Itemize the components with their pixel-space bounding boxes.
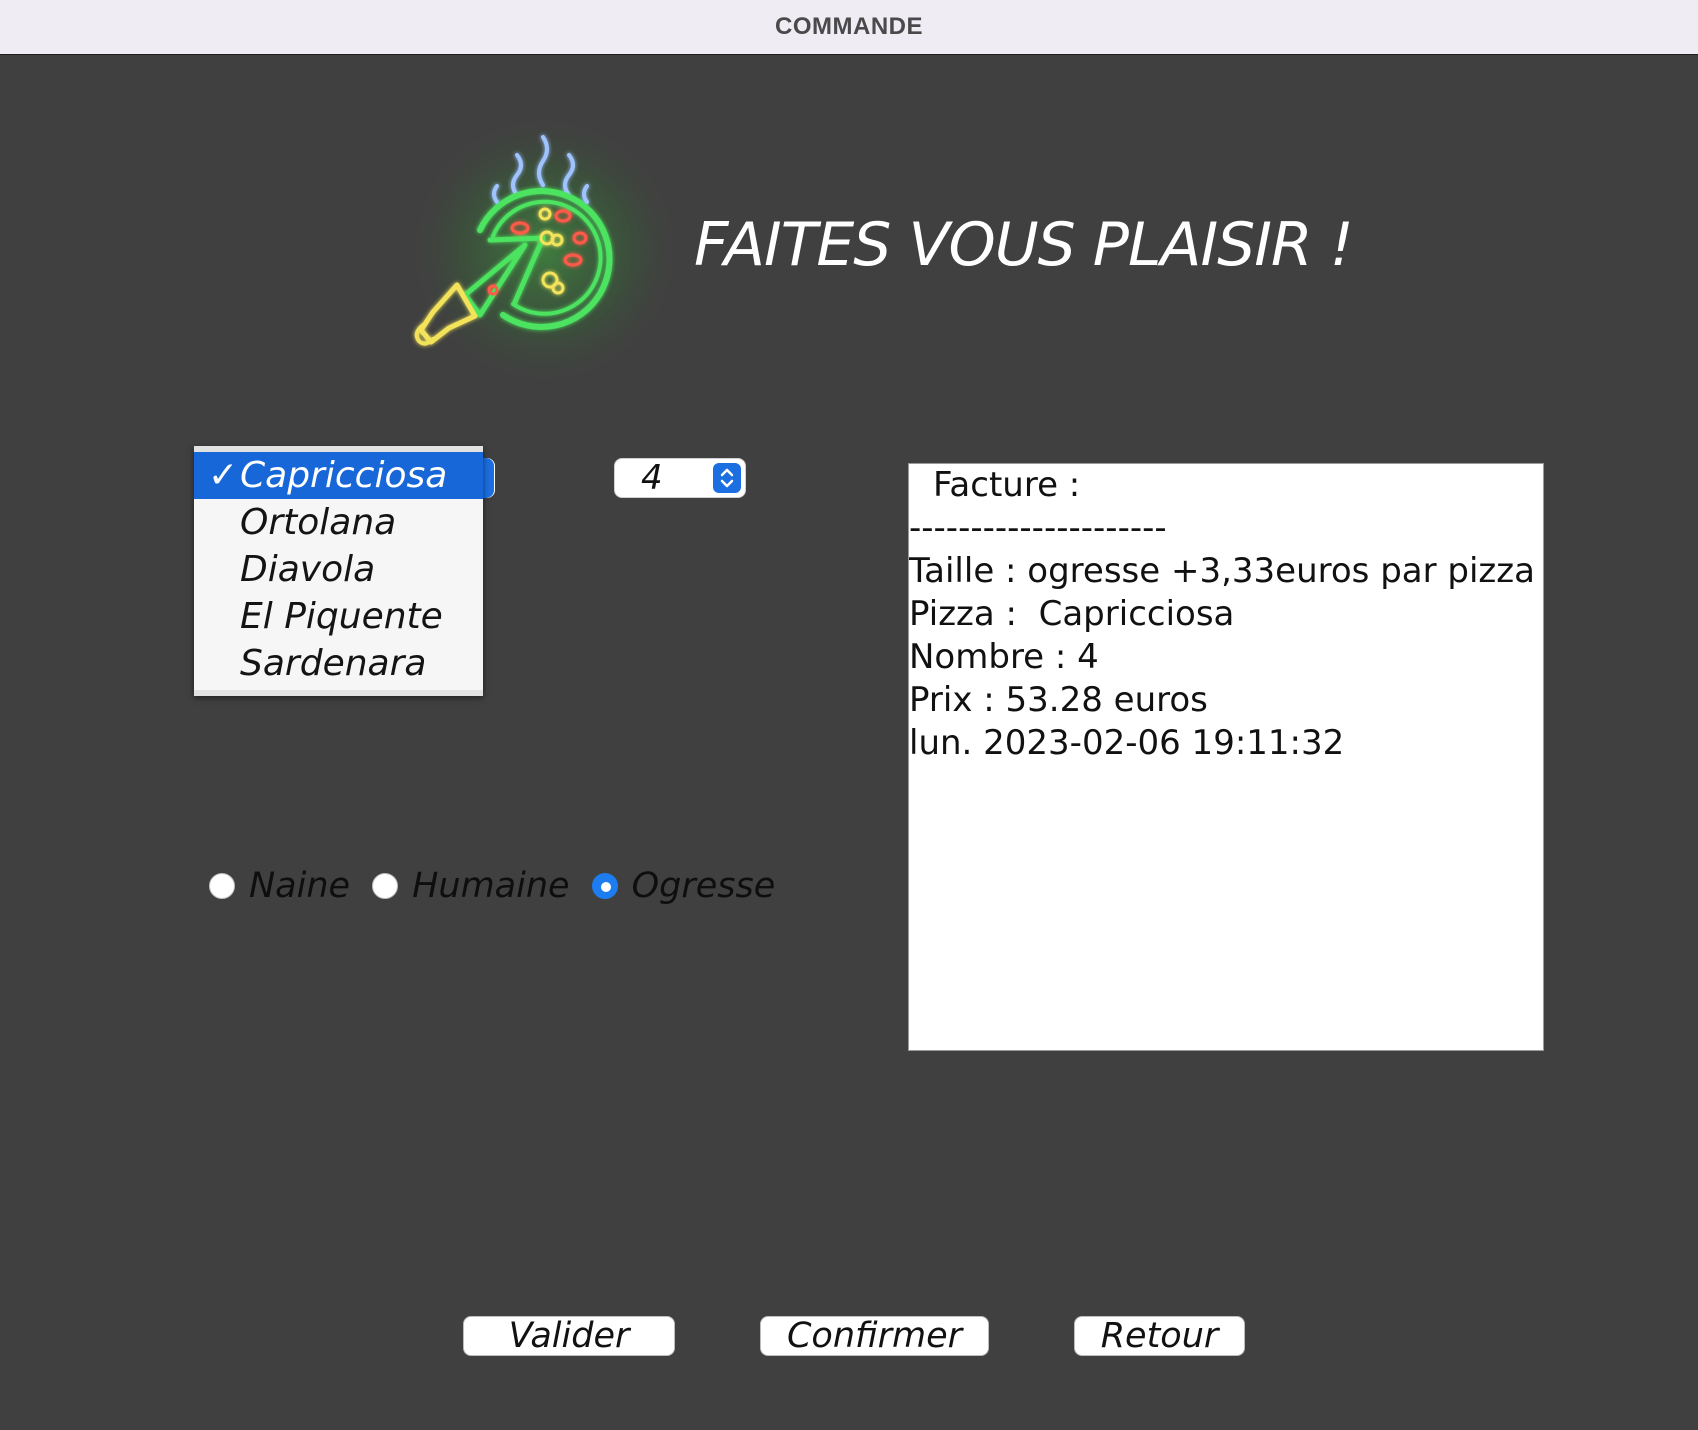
- quantity-select[interactable]: 4: [614, 458, 746, 498]
- size-radio-humaine[interactable]: Humaine: [372, 866, 570, 906]
- retour-button[interactable]: Retour: [1074, 1316, 1245, 1356]
- size-radio-naine[interactable]: Naine: [209, 866, 350, 906]
- size-radio-ogresse[interactable]: Ogresse: [591, 866, 776, 906]
- size-radio-group: Naine Humaine Ogresse: [209, 866, 797, 906]
- invoice-line: Nombre : 4: [909, 637, 1099, 677]
- invoice-line: Pizza : Capricciosa: [909, 594, 1235, 634]
- invoice-textarea[interactable]: Facture : --------------------- Taille :…: [908, 463, 1544, 1051]
- option-label: El Piquente: [240, 596, 443, 637]
- radio-label: Ogresse: [631, 866, 776, 906]
- neon-pizza-icon: [405, 120, 685, 390]
- chevron-updown-icon[interactable]: [713, 463, 741, 493]
- invoice-line: Prix : 53.28 euros: [909, 680, 1208, 720]
- page-headline: FAITES VOUS PLAISIR !: [694, 210, 1354, 280]
- pizza-option-ortolana[interactable]: Ortolana: [194, 499, 483, 546]
- pizza-option-el-piquente[interactable]: El Piquente: [194, 593, 483, 640]
- valider-button[interactable]: Valider: [463, 1316, 675, 1356]
- quantity-value: 4: [641, 458, 663, 498]
- invoice-line: Facture :: [933, 465, 1081, 505]
- radio-button[interactable]: [591, 873, 618, 899]
- window-titlebar: COMMANDE: [0, 0, 1698, 55]
- pizza-option-sardenara[interactable]: Sardenara: [194, 640, 483, 687]
- radio-label: Naine: [249, 866, 351, 906]
- invoice-line: lun. 2023-02-06 19:11:32: [909, 723, 1345, 763]
- radio-button[interactable]: [372, 873, 399, 899]
- window-title: COMMANDE: [775, 13, 923, 40]
- radio-button[interactable]: [209, 873, 235, 899]
- checkmark-icon: ✓: [208, 455, 239, 496]
- radio-label: Humaine: [412, 866, 570, 906]
- confirmer-button[interactable]: Confirmer: [760, 1316, 989, 1356]
- option-label: Sardenara: [240, 643, 427, 684]
- option-label: Diavola: [240, 549, 376, 590]
- invoice-line: ---------------------: [909, 508, 1167, 548]
- invoice-line: Taille : ogresse +3,33euros par pizza: [909, 551, 1535, 591]
- pizza-dropdown-list: ✓ Capricciosa Ortolana Diavola El Piquen…: [194, 446, 483, 696]
- pizza-option-capricciosa[interactable]: ✓ Capricciosa: [194, 452, 483, 499]
- pizza-option-diavola[interactable]: Diavola: [194, 546, 483, 593]
- option-label: Ortolana: [240, 502, 397, 543]
- option-label: Capricciosa: [240, 455, 448, 496]
